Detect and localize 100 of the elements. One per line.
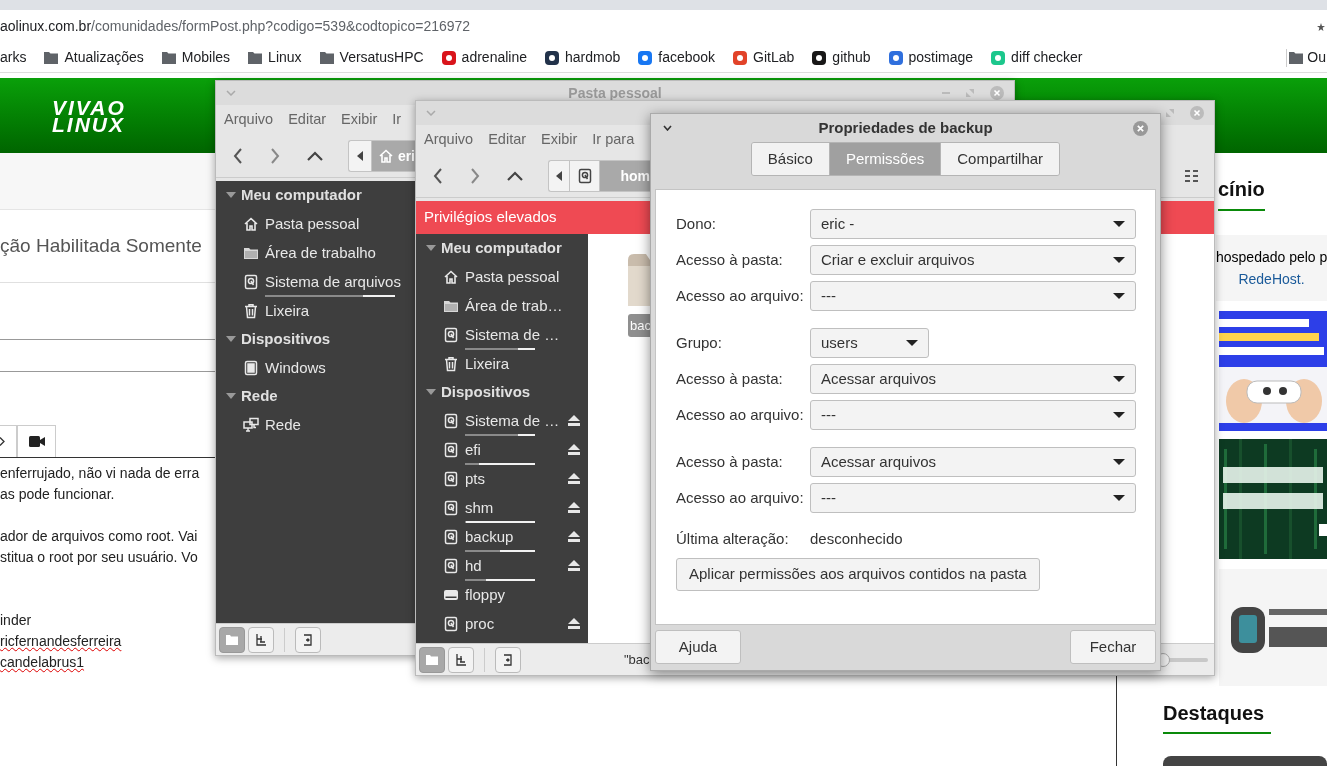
eject-icon[interactable] bbox=[568, 415, 580, 426]
dropdown[interactable]: users bbox=[810, 328, 929, 358]
eject-icon[interactable] bbox=[568, 618, 580, 629]
expander-icon[interactable] bbox=[225, 391, 237, 401]
sidebar-item[interactable]: hd bbox=[416, 551, 588, 580]
help-button[interactable]: Ajuda bbox=[655, 630, 741, 664]
post-text: as pode funcionar. bbox=[0, 485, 115, 504]
menu-item[interactable]: Editar bbox=[488, 129, 527, 151]
back-icon[interactable] bbox=[433, 168, 443, 184]
site-logo[interactable]: VIVAO LINUX bbox=[52, 98, 126, 133]
forward-icon[interactable] bbox=[470, 168, 480, 184]
chip-icon bbox=[243, 359, 259, 376]
chevron-icon bbox=[0, 437, 5, 446]
view-toggle-button[interactable] bbox=[219, 626, 245, 653]
usage-bar bbox=[465, 520, 535, 523]
dropdown[interactable]: --- bbox=[810, 483, 1136, 513]
eject-icon[interactable] bbox=[568, 444, 580, 455]
view-toggle-button[interactable] bbox=[248, 626, 274, 653]
sidebar-item[interactable]: floppy bbox=[416, 580, 588, 609]
sponsor-link[interactable]: RedeHost. bbox=[1238, 268, 1305, 290]
bookmark[interactable]: GitLab bbox=[733, 47, 795, 68]
sidebar-item[interactable]: Windows bbox=[216, 353, 416, 382]
bookmark[interactable]: Linux bbox=[248, 47, 302, 68]
dropdown[interactable]: --- bbox=[810, 400, 1136, 430]
folder-icon bbox=[44, 51, 59, 64]
menu-item[interactable]: Editar bbox=[288, 109, 327, 131]
sidebar-item[interactable]: Pasta pessoal bbox=[216, 209, 416, 238]
bookmark-folder[interactable]: Ou bbox=[1289, 47, 1327, 68]
sidebar-item[interactable]: Lixeira bbox=[416, 349, 588, 378]
menu-item[interactable]: Exibir bbox=[541, 129, 578, 151]
expander-icon[interactable] bbox=[425, 243, 437, 253]
sidebar-item[interactable]: shm bbox=[416, 493, 588, 522]
field-label: Acesso ao arquivo: bbox=[676, 487, 805, 508]
dropdown[interactable]: Acessar arquivos bbox=[810, 447, 1136, 477]
menu-item[interactable]: Ir bbox=[392, 109, 402, 131]
sidebar-item[interactable]: Rede bbox=[216, 410, 416, 439]
menu-item[interactable]: Arquivo bbox=[224, 109, 274, 131]
menu-item[interactable]: Exibir bbox=[341, 109, 378, 131]
tab[interactable]: Básico bbox=[751, 143, 829, 175]
forward-icon[interactable] bbox=[270, 148, 280, 164]
field-label: Grupo: bbox=[676, 332, 723, 353]
expander-icon[interactable] bbox=[225, 190, 237, 200]
sponsor-text: hospedado pelo p bbox=[1216, 248, 1327, 267]
sidebar-item[interactable]: pts bbox=[416, 464, 588, 493]
view-toggle-button[interactable] bbox=[419, 646, 445, 673]
expander-icon[interactable] bbox=[425, 387, 437, 397]
menu-item[interactable]: Ir para bbox=[592, 129, 635, 151]
eject-icon[interactable] bbox=[568, 502, 580, 513]
close-icon[interactable] bbox=[1133, 120, 1148, 136]
eject-icon[interactable] bbox=[568, 473, 580, 484]
dropdown[interactable]: --- bbox=[810, 281, 1136, 311]
video-button[interactable] bbox=[17, 425, 56, 457]
sidebar-item[interactable]: Pasta pessoal bbox=[416, 262, 588, 291]
eject-icon[interactable] bbox=[568, 531, 580, 542]
view-toggle-button[interactable] bbox=[448, 646, 474, 673]
sidebar-item[interactable]: Área de trab… bbox=[416, 291, 588, 320]
back-icon[interactable] bbox=[233, 148, 243, 164]
field-label: Acesso à pasta: bbox=[676, 368, 784, 389]
bookmark[interactable]: adrenaline bbox=[441, 47, 527, 68]
up-icon[interactable] bbox=[307, 151, 323, 161]
view-toggle-button[interactable] bbox=[295, 626, 321, 653]
up-icon[interactable] bbox=[507, 171, 523, 181]
expander-icon[interactable] bbox=[225, 334, 237, 344]
bookmark[interactable]: arks bbox=[0, 47, 27, 68]
bookmark[interactable]: github bbox=[812, 47, 871, 68]
bookmark[interactable]: facebook bbox=[638, 47, 716, 68]
star-icon[interactable] bbox=[1317, 21, 1325, 32]
eject-icon[interactable] bbox=[568, 560, 580, 571]
bookmark[interactable]: hardmob bbox=[545, 47, 621, 68]
tab[interactable]: Compartilhar bbox=[940, 143, 1060, 175]
sidebar-item[interactable]: backup bbox=[416, 522, 588, 551]
view-toggle-button[interactable] bbox=[495, 646, 521, 673]
sidebar-item[interactable]: Área de trabalho bbox=[216, 238, 416, 267]
sidebar-item[interactable]: efi bbox=[416, 435, 588, 464]
caret-icon bbox=[1113, 376, 1125, 382]
bookmark[interactable]: postimage bbox=[888, 47, 974, 68]
window-menu-icon[interactable] bbox=[663, 125, 672, 131]
sidebar-item[interactable]: Sistema de … bbox=[416, 406, 588, 435]
dropdown[interactable]: Criar e excluir arquivos bbox=[810, 245, 1136, 275]
code-button[interactable] bbox=[0, 425, 17, 457]
address-bar[interactable]: aolinux.com.br/comunidades/formPost.php?codigo=539&codtopico=216972 bbox=[0, 16, 471, 37]
dropdown[interactable]: Acessar arquivos bbox=[810, 364, 1136, 394]
post-text: candelabrus1 bbox=[0, 653, 85, 672]
close-button[interactable]: Fechar bbox=[1070, 630, 1156, 664]
drive-icon bbox=[443, 528, 459, 545]
menu-item[interactable]: Arquivo bbox=[424, 129, 474, 151]
sidebar-item[interactable]: Sistema de … bbox=[416, 320, 588, 349]
bookmark[interactable]: diff checker bbox=[991, 47, 1083, 68]
sidebar-item[interactable]: proc bbox=[416, 609, 588, 638]
bookmark[interactable]: Mobiles bbox=[161, 47, 231, 68]
section-heading: Dispositivos bbox=[241, 328, 331, 349]
sidebar-item[interactable]: Lixeira bbox=[216, 296, 416, 325]
grid-view-icon[interactable] bbox=[1185, 170, 1198, 182]
apply-button[interactable]: Aplicar permissões aos arquivos contidos na pasta bbox=[676, 557, 1040, 591]
sidebar-item[interactable]: Sistema de arquivos bbox=[216, 267, 416, 296]
folder-icon bbox=[319, 51, 334, 64]
bookmark[interactable]: VersatusHPC bbox=[319, 47, 424, 68]
dropdown[interactable]: eric - bbox=[810, 209, 1136, 239]
field-label: Dono: bbox=[676, 213, 718, 234]
bookmark[interactable]: Atualizações bbox=[44, 47, 144, 68]
